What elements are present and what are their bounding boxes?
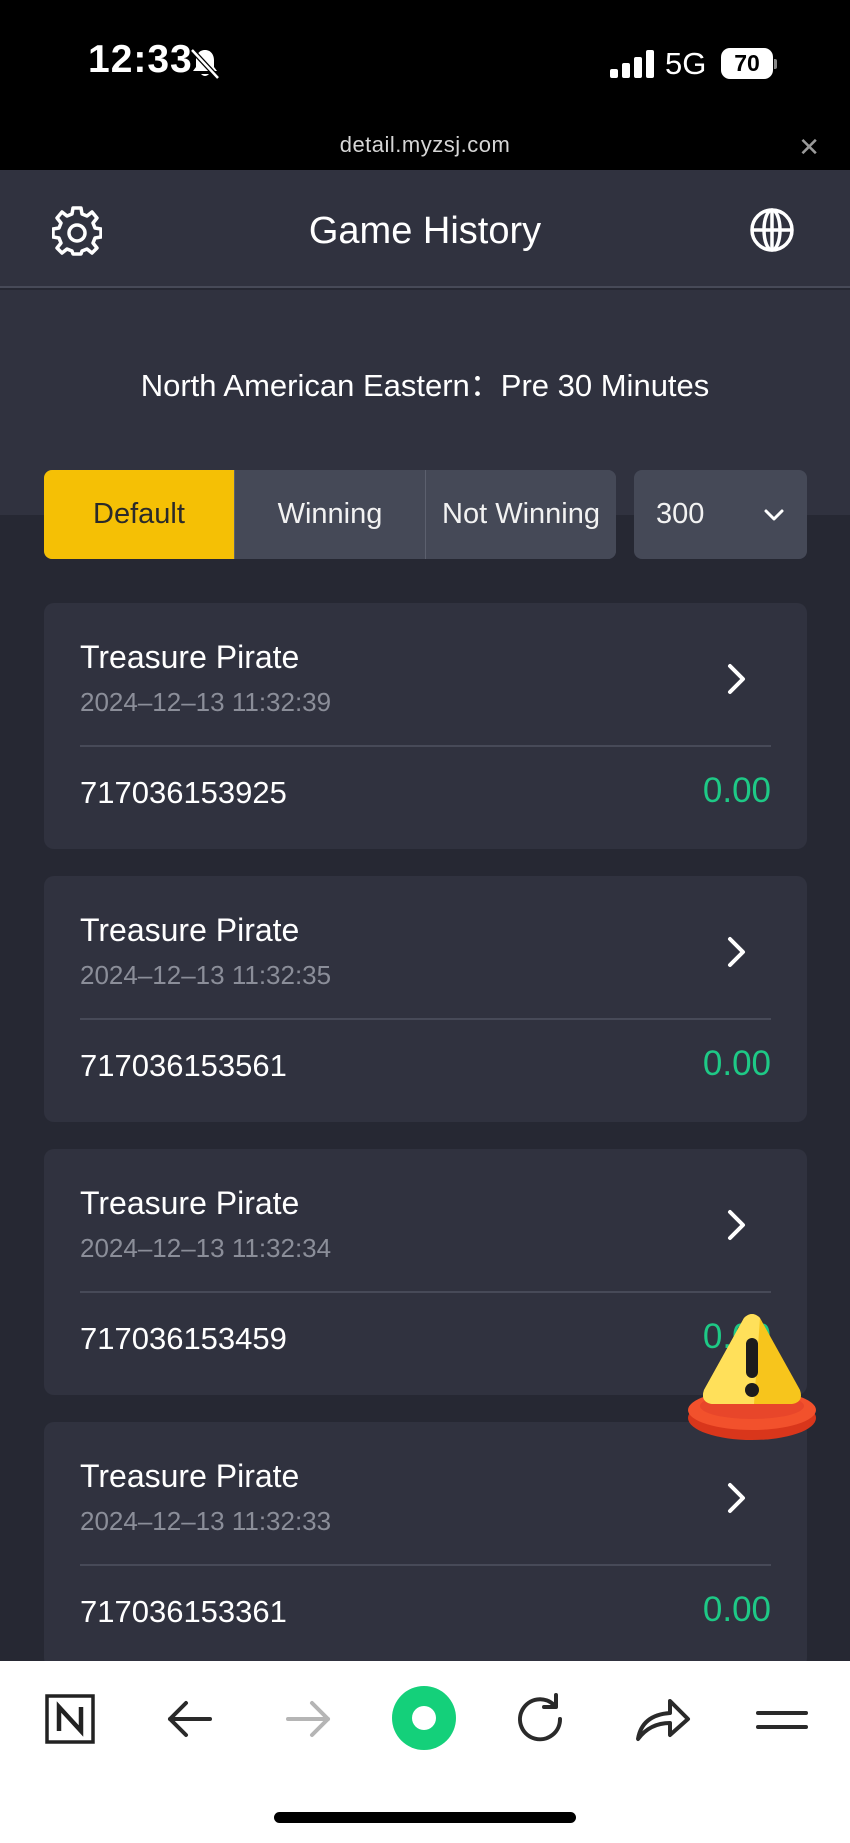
battery-icon: 70 [721, 48, 777, 79]
record-card[interactable]: Treasure Pirate 2024–12–13 11:32:39 7170… [44, 603, 807, 849]
divider [80, 1291, 771, 1293]
record-id: 717036153925 [80, 775, 287, 810]
count-select-value: 300 [656, 498, 705, 530]
url-text[interactable]: detail.myzsj.com [0, 132, 850, 158]
page-title: Game History [308, 210, 542, 252]
battery-level: 70 [721, 48, 773, 79]
record-id: 717036153561 [80, 1048, 287, 1083]
chevron-right-icon[interactable] [724, 1480, 750, 1516]
battery-cap [774, 59, 777, 69]
network-label: 5G [665, 46, 707, 81]
page-header: Game History [0, 170, 850, 288]
chevron-down-icon [764, 509, 784, 521]
status-bar: 12:33 5G 70 [0, 0, 850, 128]
globe-icon[interactable] [748, 206, 796, 254]
record-amount: 0.00 [702, 771, 771, 810]
chevron-right-icon[interactable] [724, 1207, 750, 1243]
chevron-right-icon[interactable] [724, 661, 750, 697]
record-amount: 0.00 [702, 1044, 771, 1083]
filter-tabs: Default Winning Not Winning [44, 470, 616, 559]
record-card[interactable]: Treasure Pirate 2024–12–13 11:32:35 7170… [44, 876, 807, 1122]
url-bar: detail.myzsj.com ✕ [0, 128, 850, 170]
status-time: 12:33 [88, 38, 193, 81]
notion-icon[interactable] [40, 1691, 100, 1747]
signal-icon [610, 50, 654, 78]
home-circle-icon[interactable] [390, 1683, 458, 1753]
menu-icon[interactable] [752, 1691, 812, 1747]
record-id: 717036153459 [80, 1321, 287, 1356]
record-game-name: Treasure Pirate [80, 1185, 300, 1221]
warning-icon[interactable] [684, 1310, 820, 1444]
record-game-name: Treasure Pirate [80, 639, 300, 675]
count-select[interactable]: 300 [634, 470, 807, 559]
back-arrow-icon[interactable] [160, 1691, 220, 1747]
record-amount: 0.00 [702, 1590, 771, 1629]
close-icon[interactable]: ✕ [798, 132, 820, 163]
record-game-name: Treasure Pirate [80, 1458, 300, 1494]
app-frame: 12:33 5G 70 detail.myzsj.com ✕ Game Hist… [0, 0, 850, 1843]
reload-icon[interactable] [512, 1691, 572, 1747]
record-card[interactable]: Treasure Pirate 2024–12–13 11:32:33 7170… [44, 1422, 807, 1668]
record-time: 2024–12–13 11:32:35 [80, 960, 332, 990]
bell-muted-icon [190, 48, 220, 80]
divider [80, 745, 771, 747]
divider [80, 1564, 771, 1566]
timezone-label: North American Eastern：Pre 30 Minutes [140, 368, 710, 403]
chevron-right-icon[interactable] [724, 934, 750, 970]
divider [80, 1018, 771, 1020]
tab-default[interactable]: Default [44, 470, 234, 559]
tab-winning[interactable]: Winning [234, 470, 425, 559]
record-id: 717036153361 [80, 1594, 287, 1629]
record-time: 2024–12–13 11:32:34 [80, 1233, 332, 1263]
record-time: 2024–12–13 11:32:39 [80, 687, 332, 717]
tab-not-winning[interactable]: Not Winning [425, 470, 616, 559]
share-icon[interactable] [632, 1691, 692, 1747]
record-game-name: Treasure Pirate [80, 912, 300, 948]
home-indicator[interactable] [274, 1812, 576, 1823]
forward-arrow-icon[interactable] [278, 1691, 338, 1747]
record-time: 2024–12–13 11:32:33 [80, 1506, 332, 1536]
